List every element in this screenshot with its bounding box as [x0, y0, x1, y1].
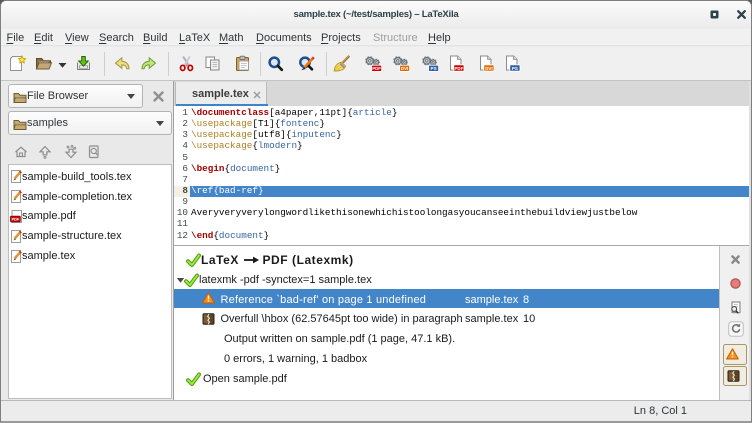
- svg-text:PDF: PDF: [11, 217, 19, 221]
- svg-text:DVI: DVI: [485, 66, 492, 71]
- svg-text:PDF: PDF: [372, 66, 381, 71]
- svg-text:PS: PS: [511, 66, 517, 71]
- svg-text:PDF: PDF: [454, 66, 463, 71]
- svg-text:DVI: DVI: [401, 66, 408, 71]
- svg-text:PS: PS: [430, 66, 436, 71]
